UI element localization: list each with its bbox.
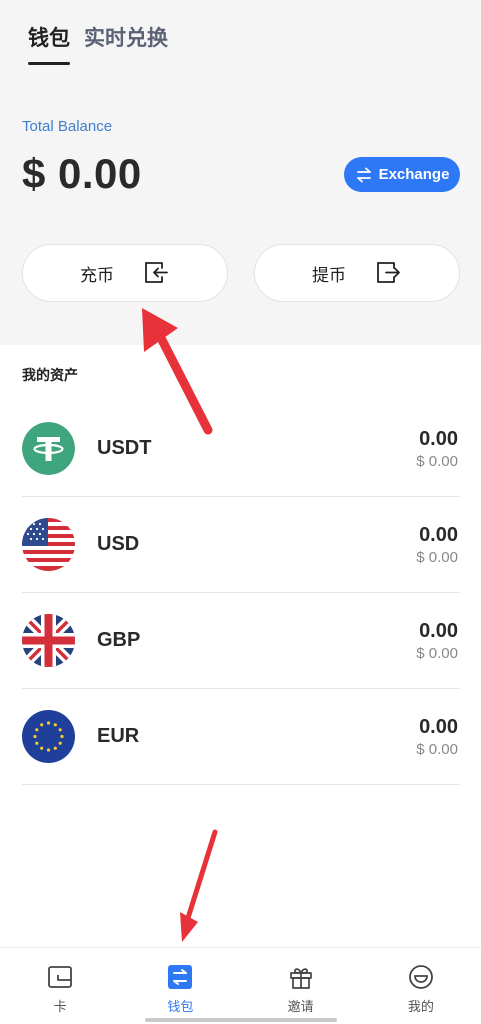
exchange-button[interactable]: Exchange (344, 157, 460, 192)
asset-name: USD (97, 533, 140, 555)
asset-fiat-value: $ 0.00 (416, 453, 458, 470)
total-balance-label: Total Balance (22, 118, 113, 135)
asset-row-gbp[interactable]: GBP 0.00 $ 0.00 (22, 593, 460, 689)
asset-amount: 0.00 (419, 716, 458, 738)
nav-label-mine: 我的 (407, 1000, 434, 1015)
nav-item-wallet[interactable]: 钱包 (120, 948, 240, 1024)
wallet-in-icon (145, 262, 168, 283)
nav-item-invite[interactable]: 邀请 (241, 948, 361, 1024)
asset-name: GBP (97, 629, 141, 651)
withdraw-button[interactable]: 提币 (254, 244, 460, 302)
uk-flag-icon (22, 614, 75, 667)
asset-row-usdt[interactable]: USDT 0.00 $ 0.00 (22, 401, 460, 497)
exchange-button-label: Exchange (378, 166, 450, 183)
asset-fiat-value: $ 0.00 (416, 549, 458, 566)
gift-icon (289, 968, 312, 989)
asset-amount: 0.00 (419, 524, 458, 546)
asset-amount: 0.00 (419, 428, 458, 450)
eu-flag-icon (22, 710, 75, 763)
nav-label-card: 卡 (53, 1000, 67, 1015)
smile-icon (408, 965, 433, 989)
nav-item-card[interactable]: 卡 (0, 948, 120, 1024)
tab-live-exchange-label: 实时兑换 (84, 26, 168, 50)
us-flag-icon (22, 518, 75, 571)
nav-label-invite: 邀请 (287, 1000, 314, 1015)
total-balance-value: $ 0.00 (22, 150, 142, 197)
wallet-swap-icon (168, 965, 193, 989)
nav-label-wallet: 钱包 (167, 1000, 194, 1015)
deposit-label: 充币 (80, 265, 114, 286)
asset-name: EUR (97, 725, 140, 747)
annotation-arrow-up-icon (142, 308, 213, 435)
asset-amount: 0.00 (419, 620, 458, 642)
home-indicator (145, 1018, 337, 1022)
nav-item-mine[interactable]: 我的 (361, 948, 481, 1024)
assets-title: 我的资产 (22, 368, 78, 384)
bottom-nav: 卡 钱包 邀请 我的 (0, 947, 481, 1024)
asset-fiat-value: $ 0.00 (416, 741, 458, 758)
top-tabs: 钱包 实时兑换 (28, 22, 168, 65)
wallet-out-icon (377, 262, 400, 283)
annotation-arrow-down-icon (180, 829, 218, 942)
tab-wallet[interactable]: 钱包 (28, 22, 70, 65)
tab-wallet-label: 钱包 (28, 26, 70, 50)
tether-icon (22, 422, 75, 475)
deposit-button[interactable]: 充币 (22, 244, 228, 302)
card-icon (48, 966, 73, 988)
asset-fiat-value: $ 0.00 (416, 645, 458, 662)
tab-active-underline (28, 62, 70, 65)
swap-arrows-icon (356, 167, 371, 182)
tab-live-exchange[interactable]: 实时兑换 (84, 22, 168, 52)
asset-row-eur[interactable]: EUR 0.00 $ 0.00 (22, 689, 460, 785)
withdraw-label: 提币 (312, 265, 346, 286)
asset-name: USDT (97, 437, 152, 459)
assets-card: 我的资产 USDT 0.00 $ 0.00 USD 0.00 $ 0.00 GB… (0, 345, 481, 947)
asset-row-usd[interactable]: USD 0.00 $ 0.00 (22, 497, 460, 593)
